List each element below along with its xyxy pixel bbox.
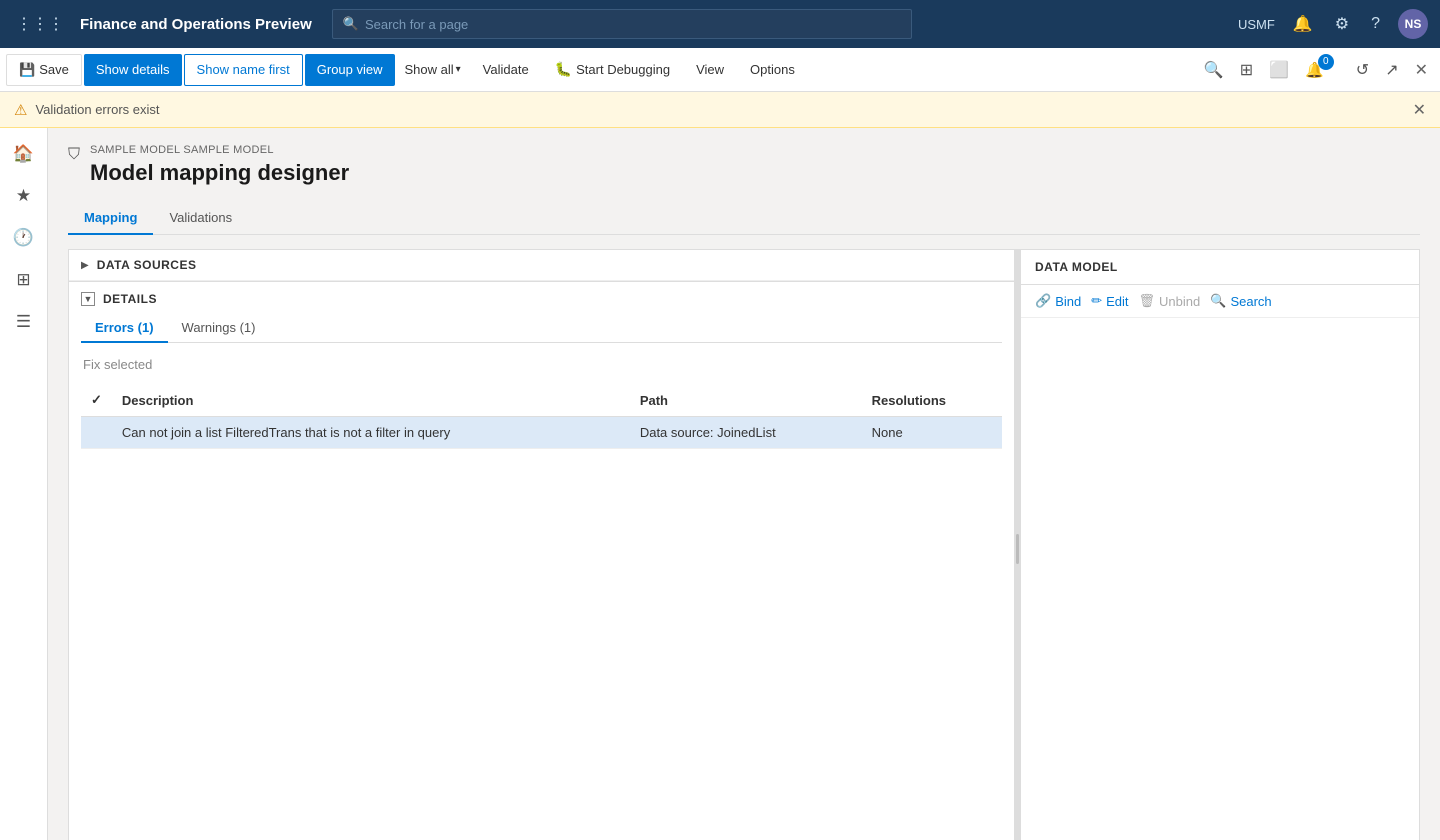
debug-icon: 🐛: [555, 61, 572, 78]
save-icon: 💾: [19, 62, 35, 78]
notification-count-icon[interactable]: 🔔 0: [1299, 57, 1346, 83]
top-nav-right: USMF 🔔 ⚙ ? NS: [1238, 9, 1428, 39]
tab-validations[interactable]: Validations: [153, 202, 248, 235]
top-navigation: ⋮⋮⋮ Finance and Operations Preview 🔍 USM…: [0, 0, 1440, 48]
sidebar-item-favorites[interactable]: ★: [6, 178, 42, 214]
details-title: DETAILS: [103, 292, 157, 306]
details-section-header[interactable]: ▼ DETAILS: [81, 292, 1002, 306]
start-debugging-button[interactable]: 🐛 Start Debugging: [543, 54, 682, 86]
right-panel: DATA MODEL 🔗 Bind ✏ Edit 🗑 Unbind: [1020, 249, 1420, 840]
search-data-model-button[interactable]: 🔍 Search: [1210, 293, 1271, 309]
banner-close-button[interactable]: ✕: [1413, 100, 1426, 120]
tab-mapping[interactable]: Mapping: [68, 202, 153, 235]
collapse-icon[interactable]: ▼: [81, 292, 95, 306]
data-sources-section-header[interactable]: ▶ DATA SOURCES: [69, 250, 1014, 281]
detail-tabs: Errors (1) Warnings (1): [81, 314, 1002, 343]
search-small-icon: 🔍: [1210, 293, 1226, 309]
notification-icon[interactable]: 🔔: [1289, 12, 1317, 36]
details-section: ▼ DETAILS Errors (1) Warnings (1): [69, 281, 1014, 449]
bind-icon: 🔗: [1035, 293, 1051, 309]
toolbar-right: 🔍 ⊞ ⬜ 🔔 0 ↺ ↗ ✕: [1198, 56, 1434, 84]
row-resolutions: None: [862, 417, 1002, 449]
sidebar-item-home[interactable]: 🏠: [6, 136, 42, 172]
col-resolutions: Resolutions: [862, 384, 1002, 417]
toolbar: 💾 Save Show details Show name first Grou…: [0, 48, 1440, 92]
search-icon: 🔍: [343, 16, 359, 32]
content-area: ▶ DATA SOURCES ▼ DETAILS Errors (1): [68, 249, 1420, 840]
show-details-button[interactable]: Show details: [84, 54, 182, 86]
col-path: Path: [630, 384, 862, 417]
validation-message: Validation errors exist: [35, 102, 159, 117]
row-path: Data source: JoinedList: [630, 417, 862, 449]
grid-icon[interactable]: ⊞: [1234, 56, 1259, 84]
page-content: ⛉ SAMPLE MODEL SAMPLE MODEL Model mappin…: [48, 128, 1440, 840]
col-description: Description: [112, 384, 630, 417]
col-check: ✓: [81, 384, 112, 417]
search-toolbar-icon[interactable]: 🔍: [1198, 56, 1230, 84]
save-button[interactable]: 💾 Save: [6, 54, 82, 86]
edit-icon: ✏: [1091, 293, 1102, 309]
settings-icon[interactable]: ⚙: [1331, 12, 1353, 36]
right-panel-actions: 🔗 Bind ✏ Edit 🗑 Unbind 🔍 Search: [1021, 285, 1419, 318]
validation-banner: ⚠ Validation errors exist ✕: [0, 92, 1440, 128]
breadcrumb: SAMPLE MODEL SAMPLE MODEL: [90, 144, 349, 156]
options-button[interactable]: Options: [738, 54, 807, 86]
unbind-button[interactable]: 🗑 Unbind: [1139, 293, 1201, 309]
sidebar-item-grid[interactable]: ⊞: [6, 262, 42, 298]
data-sources-title: DATA SOURCES: [97, 258, 197, 272]
sidebar-item-list[interactable]: ☰: [6, 304, 42, 340]
refresh-icon[interactable]: ↺: [1350, 56, 1375, 84]
left-sidebar: 🏠 ★ 🕐 ⊞ ☰: [0, 128, 48, 840]
page-title: Model mapping designer: [90, 160, 349, 186]
close-button[interactable]: ✕: [1409, 56, 1434, 84]
table-header-row: ✓ Description Path Resolutions: [81, 384, 1002, 417]
error-table: ✓ Description Path Resolutions: [81, 384, 1002, 449]
app-title: Finance and Operations Preview: [80, 16, 312, 33]
main-layout: 🏠 ★ 🕐 ⊞ ☰ ⛉ SAMPLE MODEL SAMPLE MODEL Mo…: [0, 128, 1440, 840]
row-check: [81, 417, 112, 449]
validate-button[interactable]: Validate: [471, 54, 541, 86]
data-model-title: DATA MODEL: [1035, 260, 1118, 274]
expand-icon[interactable]: ↗: [1379, 56, 1404, 84]
help-icon[interactable]: ?: [1367, 13, 1384, 35]
tab-warnings[interactable]: Warnings (1): [168, 314, 270, 343]
table-row[interactable]: Can not join a list FilteredTrans that i…: [81, 417, 1002, 449]
filter-icon[interactable]: ⛉: [68, 146, 80, 164]
bind-button[interactable]: 🔗 Bind: [1035, 293, 1081, 309]
tab-errors[interactable]: Errors (1): [81, 314, 168, 343]
grid-menu-icon[interactable]: ⋮⋮⋮: [12, 12, 68, 36]
expand-right-icon: ▶: [81, 260, 89, 271]
chevron-down-icon: ▾: [456, 64, 461, 75]
view-button[interactable]: View: [684, 54, 736, 86]
show-name-first-button[interactable]: Show name first: [184, 54, 303, 86]
checkmark-icon: ✓: [91, 392, 102, 407]
show-all-dropdown[interactable]: Show all ▾: [397, 54, 469, 86]
right-panel-header: DATA MODEL: [1021, 250, 1419, 285]
notification-count-badge: 0: [1318, 54, 1334, 70]
mapping-tabs: Mapping Validations: [68, 202, 1420, 235]
group-view-button[interactable]: Group view: [305, 54, 395, 86]
fix-selected-button[interactable]: Fix selected: [81, 353, 154, 376]
left-panel: ▶ DATA SOURCES ▼ DETAILS Errors (1): [68, 249, 1014, 840]
row-description: Can not join a list FilteredTrans that i…: [112, 417, 630, 449]
warning-icon: ⚠: [14, 101, 27, 119]
user-avatar[interactable]: NS: [1398, 9, 1428, 39]
sidebar-item-recent[interactable]: 🕐: [6, 220, 42, 256]
fullscreen-icon[interactable]: ⬜: [1263, 56, 1295, 84]
global-search-box: 🔍: [332, 9, 912, 39]
company-label: USMF: [1238, 17, 1275, 32]
edit-button[interactable]: ✏ Edit: [1091, 293, 1128, 309]
unbind-icon: 🗑: [1139, 293, 1156, 309]
global-search-input[interactable]: [365, 17, 901, 32]
resize-indicator: [1016, 534, 1019, 564]
